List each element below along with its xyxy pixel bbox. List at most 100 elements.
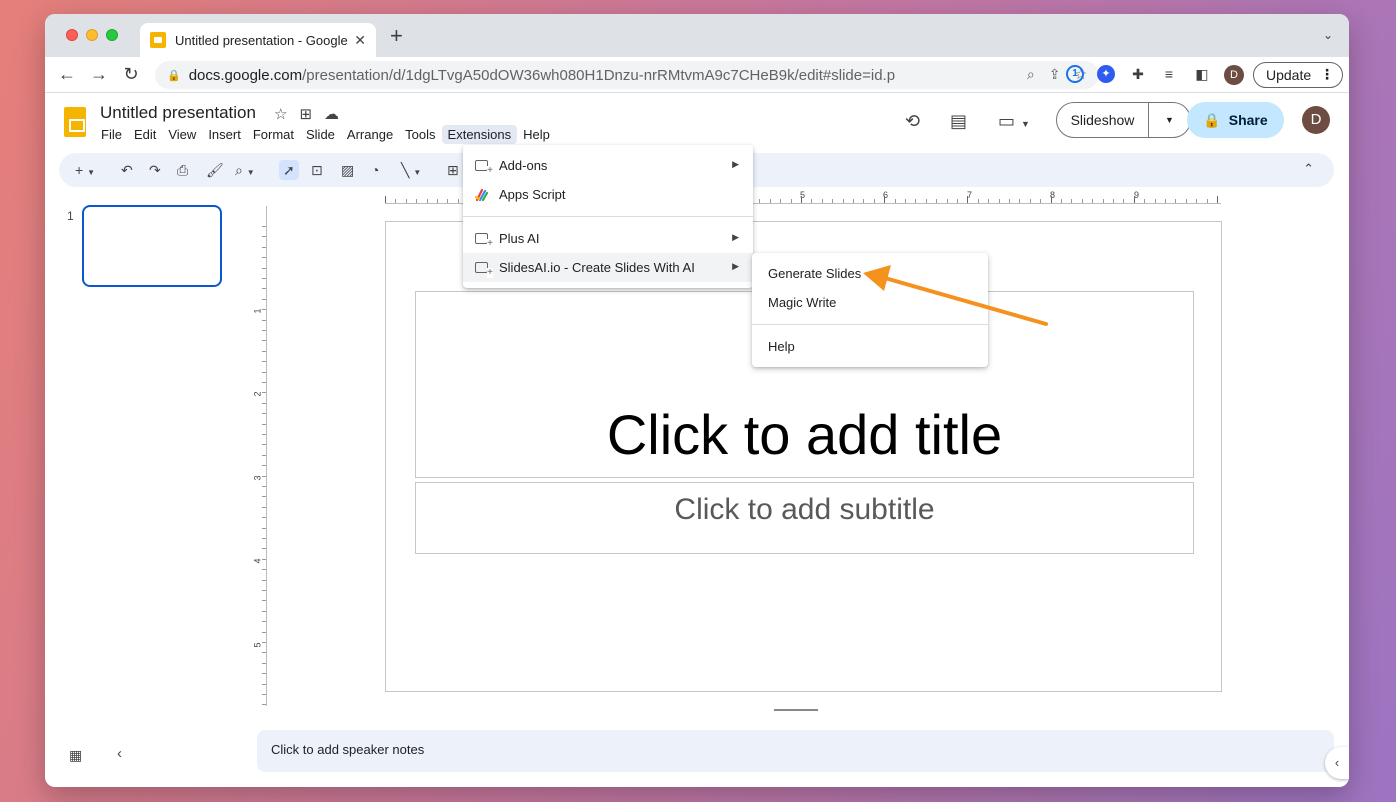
document-title[interactable]: Untitled presentation — [100, 103, 256, 123]
ruler-tick — [262, 538, 266, 539]
line-icon[interactable]: ╲ ▼ — [401, 160, 421, 183]
ruler-tick — [1154, 199, 1156, 203]
menu-file[interactable]: File — [95, 125, 128, 144]
vertical-ruler[interactable]: 1 2 3 4 5 — [253, 206, 267, 706]
ruler-tick — [1061, 199, 1062, 203]
menu-item-label: Add-ons — [499, 158, 548, 173]
menu-extensions[interactable]: Extensions — [441, 125, 518, 144]
back-arrow-icon[interactable]: ← — [55, 63, 79, 85]
slides-header: Untitled presentation ☆ ⊞ ☁ File Edit Vi… — [45, 94, 1349, 152]
show-side-panel-icon[interactable]: ‹ — [1325, 747, 1349, 779]
undo-icon[interactable]: ↶ — [121, 160, 133, 180]
slides-logo-icon[interactable] — [64, 107, 86, 137]
tab-search-chevron-icon[interactable]: ⌄ — [1323, 28, 1333, 42]
share-page-icon[interactable]: ⇪ — [1049, 66, 1061, 83]
subtitle-placeholder-box[interactable]: Click to add subtitle — [415, 482, 1194, 554]
reload-icon[interactable]: ↻ — [119, 63, 143, 85]
close-window-button[interactable] — [66, 29, 78, 41]
redo-icon[interactable]: ↷ — [149, 160, 161, 180]
menu-insert[interactable]: Insert — [202, 125, 247, 144]
slide-thumbnail[interactable] — [82, 205, 222, 287]
ruler-tick — [262, 704, 266, 706]
menu-edit[interactable]: Edit — [128, 125, 162, 144]
print-icon[interactable]: ⎙ — [177, 160, 188, 180]
speaker-notes[interactable]: Click to add speaker notes — [257, 730, 1334, 772]
password-manager-extension-icon[interactable]: 1 — [1066, 65, 1084, 83]
extensions-puzzle-icon[interactable]: ✚ — [1129, 65, 1147, 83]
new-slide-icon[interactable]: + ▼ — [75, 160, 95, 183]
menu-item-magic-write[interactable]: Magic Write — [752, 288, 988, 317]
ruler-tick — [385, 196, 386, 203]
maximize-window-button[interactable] — [106, 29, 118, 41]
version-history-icon[interactable]: ⟲ — [905, 111, 920, 132]
ruler-tick — [262, 246, 266, 248]
title-placeholder[interactable]: Click to add title — [416, 402, 1193, 467]
ruler-tick — [262, 600, 266, 602]
ruler-tick — [1092, 199, 1094, 203]
select-cursor-icon[interactable]: ➚ — [279, 160, 299, 180]
comment-add-icon[interactable]: ⊞ — [447, 160, 459, 180]
ruler-tick — [262, 590, 266, 591]
menu-item-add-ons[interactable]: Add-ons ▶ — [463, 151, 753, 180]
zoom-icon[interactable]: ⌕ — [1027, 66, 1035, 83]
collapse-toolbar-icon[interactable]: ⌃ — [1303, 161, 1314, 177]
image-icon[interactable]: ▨ — [341, 160, 354, 180]
ai-extension-icon[interactable]: ✦ — [1097, 65, 1115, 83]
menu-item-label: Apps Script — [499, 187, 566, 202]
meet-camera-icon[interactable]: ▭ ▼ — [998, 111, 1030, 132]
profile-avatar[interactable]: D — [1224, 65, 1244, 85]
paint-format-icon[interactable]: 🖌 — [206, 160, 224, 180]
menu-item-apps-script[interactable]: Apps Script — [463, 180, 753, 209]
collapse-filmstrip-icon[interactable]: ‹ — [117, 745, 122, 762]
side-panel-icon[interactable]: ◧ — [1193, 65, 1211, 83]
ruler-tick — [1206, 199, 1208, 203]
menu-tools[interactable]: Tools — [399, 125, 441, 144]
menu-view[interactable]: View — [162, 125, 202, 144]
slideshow-dropdown-icon[interactable]: ▼ — [1149, 115, 1190, 125]
cloud-saved-icon[interactable]: ☁ — [324, 105, 339, 123]
browser-tab[interactable]: Untitled presentation - Google ✕ — [140, 23, 376, 57]
notes-resize-handle[interactable] — [774, 709, 818, 711]
menu-item-help[interactable]: Help — [752, 332, 988, 361]
move-folder-icon[interactable]: ⊞ — [299, 105, 312, 123]
ruler-tick — [262, 350, 266, 352]
menu-item-generate-slides[interactable]: Generate Slides — [752, 259, 988, 288]
minimize-window-button[interactable] — [86, 29, 98, 41]
ruler-tick — [967, 196, 969, 203]
ruler-tick — [1123, 199, 1125, 203]
subtitle-placeholder[interactable]: Click to add subtitle — [416, 493, 1193, 527]
ruler-tick — [832, 199, 834, 203]
zoom-icon[interactable]: ⌕ ▼ — [235, 160, 255, 183]
comments-icon[interactable]: ▤ — [950, 111, 967, 132]
tab-strip: Untitled presentation - Google ✕ + ⌄ — [45, 14, 1349, 57]
menu-slide[interactable]: Slide — [300, 125, 341, 144]
menu-arrange[interactable]: Arrange — [341, 125, 399, 144]
slideshow-button[interactable]: Slideshow ▼ — [1056, 102, 1191, 138]
shape-icon[interactable]: ◔ — [371, 160, 379, 180]
menu-format[interactable]: Format — [247, 125, 300, 144]
account-avatar[interactable]: D — [1302, 106, 1330, 134]
browser-menu-icon[interactable]: ⋮ — [1320, 66, 1334, 83]
ruler-tick — [262, 694, 266, 695]
share-button[interactable]: 🔒 Share — [1187, 102, 1284, 138]
ruler-tick — [262, 288, 266, 290]
new-tab-icon[interactable]: + — [390, 25, 403, 47]
ruler-tick — [262, 579, 266, 581]
grid-view-icon[interactable]: ▦ — [69, 747, 82, 764]
update-button[interactable]: Update ⋮ — [1253, 62, 1343, 88]
forward-arrow-icon[interactable]: → — [87, 63, 111, 85]
ruler-tick — [915, 199, 917, 203]
ruler-tick — [821, 199, 823, 203]
reading-list-icon[interactable]: ≡ — [1160, 65, 1178, 83]
star-icon[interactable]: ☆ — [274, 105, 287, 123]
ruler-tick — [780, 199, 782, 203]
menu-item-label: SlidesAI.io - Create Slides With AI — [499, 260, 695, 275]
menu-item-slidesai[interactable]: SlidesAI.io - Create Slides With AI ▶ — [463, 253, 753, 282]
tab-close-icon[interactable]: ✕ — [354, 32, 366, 49]
ruler-tick — [262, 486, 266, 487]
address-bar[interactable]: 🔒 docs.google.com/presentation/d/1dgLTvg… — [155, 61, 1099, 89]
menu-help[interactable]: Help — [517, 125, 556, 144]
text-box-icon[interactable]: ⊡ — [311, 160, 323, 180]
menu-item-plus-ai[interactable]: Plus AI ▶ — [463, 224, 753, 253]
ruler-tick — [262, 548, 266, 550]
